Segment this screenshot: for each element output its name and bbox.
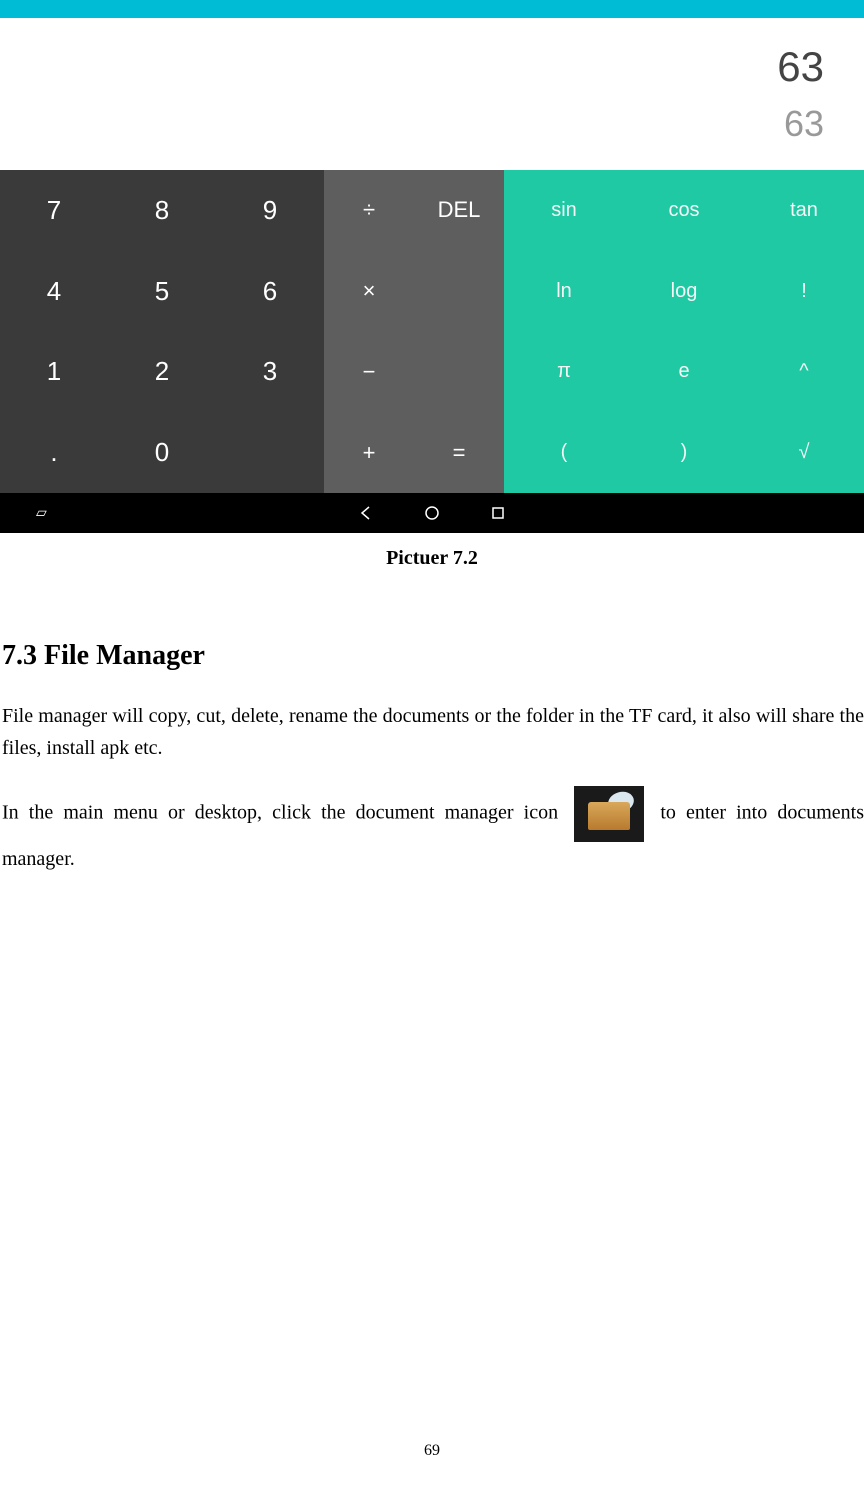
key-equals[interactable]: = <box>414 412 504 493</box>
keypad: 7 8 9 4 5 6 1 2 3 . 0 ÷ DEL × − + = sin … <box>0 170 864 493</box>
key-pi[interactable]: π <box>504 332 624 413</box>
key-6[interactable]: 6 <box>216 251 324 332</box>
key-log[interactable]: log <box>624 251 744 332</box>
key-cos[interactable]: cos <box>624 170 744 251</box>
key-7[interactable]: 7 <box>0 170 108 251</box>
key-e[interactable]: e <box>624 332 744 413</box>
key-0[interactable]: 0 <box>108 412 216 493</box>
calculator-display: 63 63 <box>0 18 864 170</box>
key-dot[interactable]: . <box>0 412 108 493</box>
paragraph-2: In the main menu or desktop, click the d… <box>2 786 864 876</box>
operator-pad: ÷ DEL × − + = <box>324 170 504 493</box>
key-3[interactable]: 3 <box>216 332 324 413</box>
key-op-empty-1 <box>414 251 504 332</box>
key-2[interactable]: 2 <box>108 332 216 413</box>
key-8[interactable]: 8 <box>108 170 216 251</box>
numeric-pad: 7 8 9 4 5 6 1 2 3 . 0 <box>0 170 324 493</box>
key-ln[interactable]: ln <box>504 251 624 332</box>
key-9[interactable]: 9 <box>216 170 324 251</box>
key-divide[interactable]: ÷ <box>324 170 414 251</box>
scientific-pad: sin cos tan ln log ! π e ^ ( ) √ <box>504 170 864 493</box>
display-result: 63 <box>784 103 824 145</box>
recent-icon[interactable] <box>490 505 506 521</box>
file-manager-icon <box>574 786 644 842</box>
page-number: 69 <box>424 1442 440 1460</box>
key-rparen[interactable]: ) <box>624 412 744 493</box>
key-factorial[interactable]: ! <box>744 251 864 332</box>
display-expression: 63 <box>777 43 824 91</box>
paragraph-1: File manager will copy, cut, delete, ren… <box>2 700 864 764</box>
home-icon[interactable] <box>424 505 440 521</box>
key-lparen[interactable]: ( <box>504 412 624 493</box>
key-1[interactable]: 1 <box>0 332 108 413</box>
key-multiply[interactable]: × <box>324 251 414 332</box>
navigation-bar: ▱ <box>0 493 864 533</box>
key-empty <box>216 412 324 493</box>
key-plus[interactable]: + <box>324 412 414 493</box>
key-tan[interactable]: tan <box>744 170 864 251</box>
key-minus[interactable]: − <box>324 332 414 413</box>
back-icon[interactable] <box>358 505 374 521</box>
figure-caption: Pictuer 7.2 <box>0 547 864 570</box>
key-sin[interactable]: sin <box>504 170 624 251</box>
status-bar <box>0 0 864 18</box>
calculator-screenshot: 63 63 7 8 9 4 5 6 1 2 3 . 0 ÷ DEL × − + … <box>0 0 864 533</box>
key-power[interactable]: ^ <box>744 332 864 413</box>
key-delete[interactable]: DEL <box>414 170 504 251</box>
para2-text-pre: In the main menu or desktop, click the d… <box>2 802 558 824</box>
key-sqrt[interactable]: √ <box>744 412 864 493</box>
nav-handle-icon[interactable]: ▱ <box>36 505 47 522</box>
section-heading: 7.3 File Manager <box>2 640 864 672</box>
key-op-empty-2 <box>414 332 504 413</box>
key-5[interactable]: 5 <box>108 251 216 332</box>
key-4[interactable]: 4 <box>0 251 108 332</box>
